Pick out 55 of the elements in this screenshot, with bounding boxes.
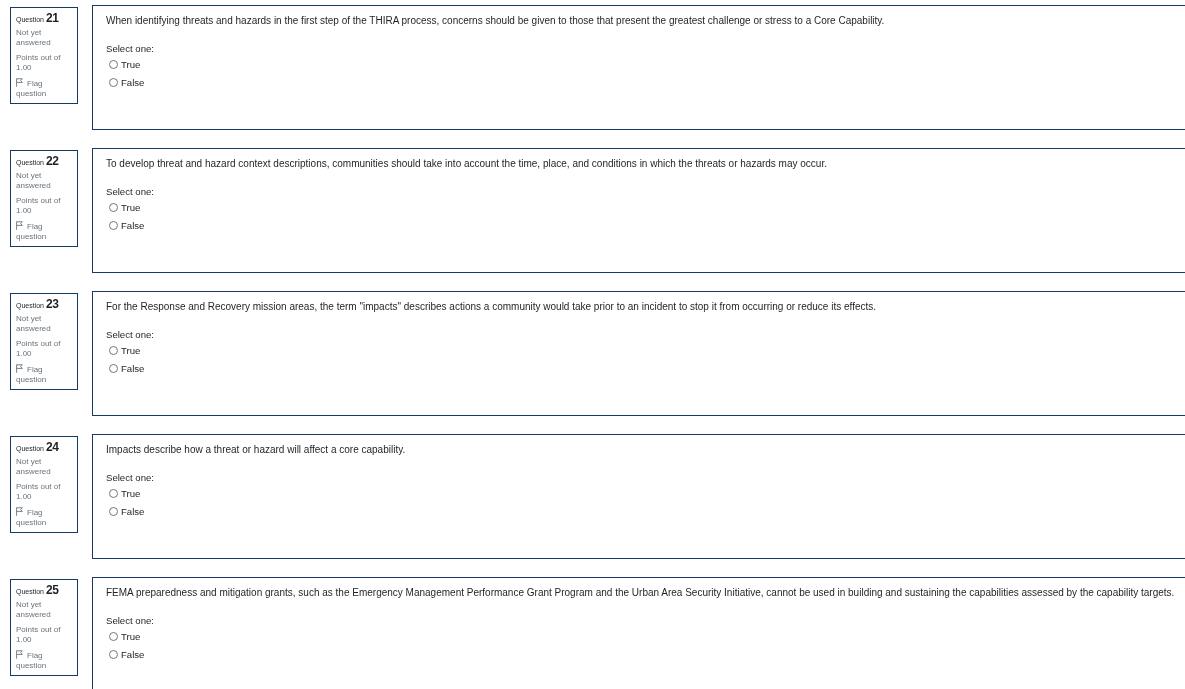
radio-button-icon[interactable] <box>109 649 118 659</box>
radio-button-icon[interactable] <box>109 345 118 355</box>
flag-icon <box>16 364 23 373</box>
question-text: Impacts describe how a threat or hazard will affect a core capability. <box>106 444 407 456</box>
question-text: To develop threat and hazard context descriptions, communities should take into account the time, place, and conditions in which the threats or hazards may occur. <box>106 158 828 170</box>
flag-question-link[interactable]: Flag question <box>16 364 72 385</box>
radio-button-icon[interactable] <box>109 631 118 641</box>
points-text: Points out of 1.00 <box>16 339 62 359</box>
answer-option[interactable]: False <box>106 645 145 663</box>
flag-question-link[interactable]: Flag question <box>16 221 72 242</box>
select-one-prompt: Select one: <box>106 42 155 55</box>
flag-question-link[interactable]: Flag question <box>16 78 72 99</box>
answer-option[interactable]: False <box>106 73 145 91</box>
answer-option[interactable]: False <box>106 359 145 377</box>
flag-icon <box>16 507 23 516</box>
radio-button-icon[interactable] <box>109 202 118 212</box>
answer-status: Not yet answered <box>16 600 52 620</box>
radio-button-icon[interactable] <box>109 488 118 498</box>
points-text: Points out of 1.00 <box>16 482 62 502</box>
question-text: When identifying threats and hazards in the first step of the THIRA process, concerns should be given to those that present the greatest challenge or stress to a Core Capability. <box>106 15 886 27</box>
answer-option[interactable]: False <box>106 502 145 520</box>
question-number: 21 <box>46 11 59 25</box>
answer-status: Not yet answered <box>16 28 52 48</box>
question-number: 25 <box>46 583 59 597</box>
radio-button-icon[interactable] <box>109 77 118 87</box>
flag-icon <box>16 78 23 87</box>
flag-question-link[interactable]: Flag question <box>16 507 72 528</box>
answer-status: Not yet answered <box>16 457 52 477</box>
radio-button-icon[interactable] <box>109 363 118 373</box>
answer-option[interactable]: True <box>106 484 141 502</box>
answer-option[interactable]: True <box>106 341 141 359</box>
flag-question-link[interactable]: Flag question <box>16 650 72 671</box>
select-one-prompt: Select one: <box>106 471 155 484</box>
select-one-prompt: Select one: <box>106 328 155 341</box>
flag-icon <box>16 221 23 230</box>
flag-icon <box>16 650 23 659</box>
question-text: FEMA preparedness and mitigation grants, such as the Emergency Management Performance Grant Program and the Urban Area Security Initiative, cannot be used in building and sustaining the capabilities assessed by the capability targets. <box>106 587 1176 599</box>
answer-option[interactable]: True <box>106 55 141 73</box>
radio-button-icon[interactable] <box>109 59 118 69</box>
select-one-prompt: Select one: <box>106 185 155 198</box>
radio-button-icon[interactable] <box>109 220 118 230</box>
question-number: 24 <box>46 440 59 454</box>
select-one-prompt: Select one: <box>106 614 155 627</box>
answer-option[interactable]: True <box>106 627 141 645</box>
points-text: Points out of 1.00 <box>16 53 62 73</box>
answer-status: Not yet answered <box>16 314 52 334</box>
radio-button-icon[interactable] <box>109 506 118 516</box>
points-text: Points out of 1.00 <box>16 625 62 645</box>
answer-option[interactable]: False <box>106 216 145 234</box>
points-text: Points out of 1.00 <box>16 196 62 216</box>
question-text: For the Response and Recovery mission areas, the term "impacts" describes actions a community would take prior to an incident to stop it from occurring or reduce its effects. <box>106 301 878 313</box>
answer-status: Not yet answered <box>16 171 52 191</box>
answer-option[interactable]: True <box>106 198 141 216</box>
question-number: 22 <box>46 154 59 168</box>
question-number: 23 <box>46 297 59 311</box>
